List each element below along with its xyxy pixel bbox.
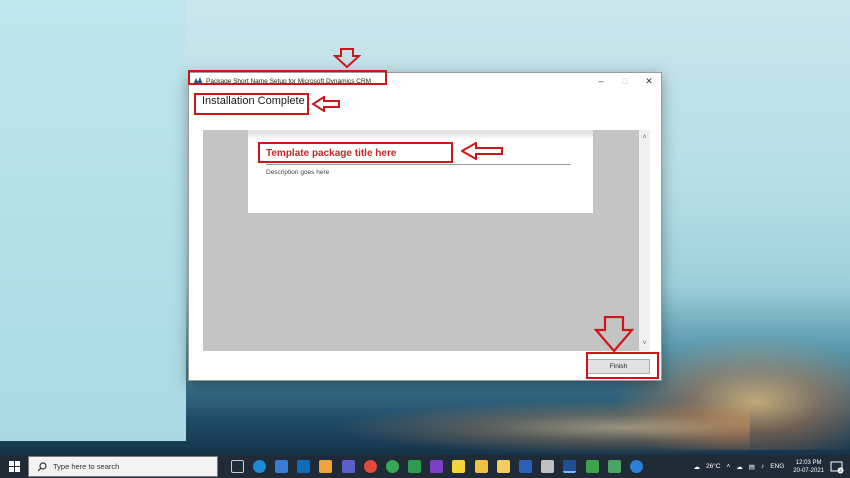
taskbar-apps (226, 460, 648, 473)
search-placeholder: Type here to search (53, 462, 120, 471)
word-icon[interactable] (519, 460, 533, 473)
search-icon (37, 461, 47, 471)
remote-app-icon[interactable] (585, 460, 599, 473)
weather-temp[interactable]: 26°C (706, 463, 721, 470)
package-description: Description goes here (266, 169, 330, 176)
weather-icon[interactable]: ☁ (693, 463, 700, 471)
folder-icon[interactable] (496, 460, 510, 473)
sticky-notes-icon[interactable] (452, 460, 466, 473)
annotation-box-finish (586, 352, 659, 379)
clock-time: 12:03 PM (795, 459, 822, 466)
maximize-button[interactable]: □ (619, 75, 631, 87)
chrome-icon[interactable] (363, 460, 377, 473)
minimize-button[interactable]: – (595, 75, 607, 87)
content-scrollbar[interactable]: ˄ ˅ (639, 130, 650, 351)
windows-logo-icon (8, 461, 20, 472)
clock-date: 20-07-2021 (793, 467, 824, 474)
setup-window: Package Short Name Setup for Microsoft D… (188, 72, 662, 381)
annotation-box-heading (194, 93, 309, 115)
annotation-box-title (188, 70, 387, 85)
language-indicator[interactable]: ENG (770, 463, 784, 470)
content-area: Template package title here Description … (203, 130, 639, 351)
dynamics-crm-taskbar-icon[interactable] (563, 460, 577, 473)
scroll-down-icon[interactable]: ˅ (639, 338, 650, 349)
annotation-arrow-left-icon-2 (461, 142, 503, 160)
scroll-up-icon[interactable]: ˄ (639, 132, 650, 143)
chrome-icon-2[interactable] (385, 460, 399, 473)
remote-app-icon-2[interactable] (607, 460, 621, 473)
visual-studio-icon[interactable] (430, 460, 444, 473)
annotation-arrow-down-icon (333, 48, 361, 68)
annotation-arrow-down-icon-2 (594, 316, 634, 352)
window-controls: – □ ✕ (595, 75, 655, 87)
edge-icon[interactable] (252, 460, 266, 473)
file-explorer-icon[interactable] (474, 460, 488, 473)
volume-icon[interactable]: ♪ (761, 463, 764, 470)
annotation-arrow-left-icon (312, 96, 340, 112)
teams-icon[interactable] (341, 460, 355, 473)
tool-icon[interactable] (541, 460, 555, 473)
store-icon[interactable] (274, 460, 288, 473)
annotation-box-package-title (258, 142, 453, 163)
close-button[interactable]: ✕ (643, 75, 655, 87)
wallpaper-light-streak-2 (330, 400, 750, 455)
help-icon[interactable] (629, 460, 643, 473)
onedrive-icon[interactable]: ☁ (736, 463, 743, 471)
system-tray: ☁ 26°C ˄ ☁ ▤ ♪ ENG 12:03 PM 20-07-2021 3 (690, 455, 850, 478)
notification-bell-icon[interactable] (319, 460, 333, 473)
excel-icon[interactable] (408, 460, 422, 473)
outlook-icon[interactable] (297, 460, 311, 473)
taskbar: Type here to search ☁ 26°C ˄ ☁ ▤ ♪ ENG 1… (0, 455, 850, 478)
task-view-icon[interactable] (230, 460, 244, 473)
start-button[interactable] (0, 455, 28, 478)
taskbar-search[interactable]: Type here to search (28, 456, 218, 477)
tray-overflow-icon[interactable]: ˄ (727, 463, 731, 470)
clock[interactable]: 12:03 PM 20-07-2021 (793, 459, 824, 475)
network-icon[interactable]: ▤ (749, 463, 755, 471)
package-divider (266, 164, 571, 165)
desktop-left-panel (0, 0, 186, 441)
notification-center-icon[interactable]: 3 (830, 460, 844, 474)
